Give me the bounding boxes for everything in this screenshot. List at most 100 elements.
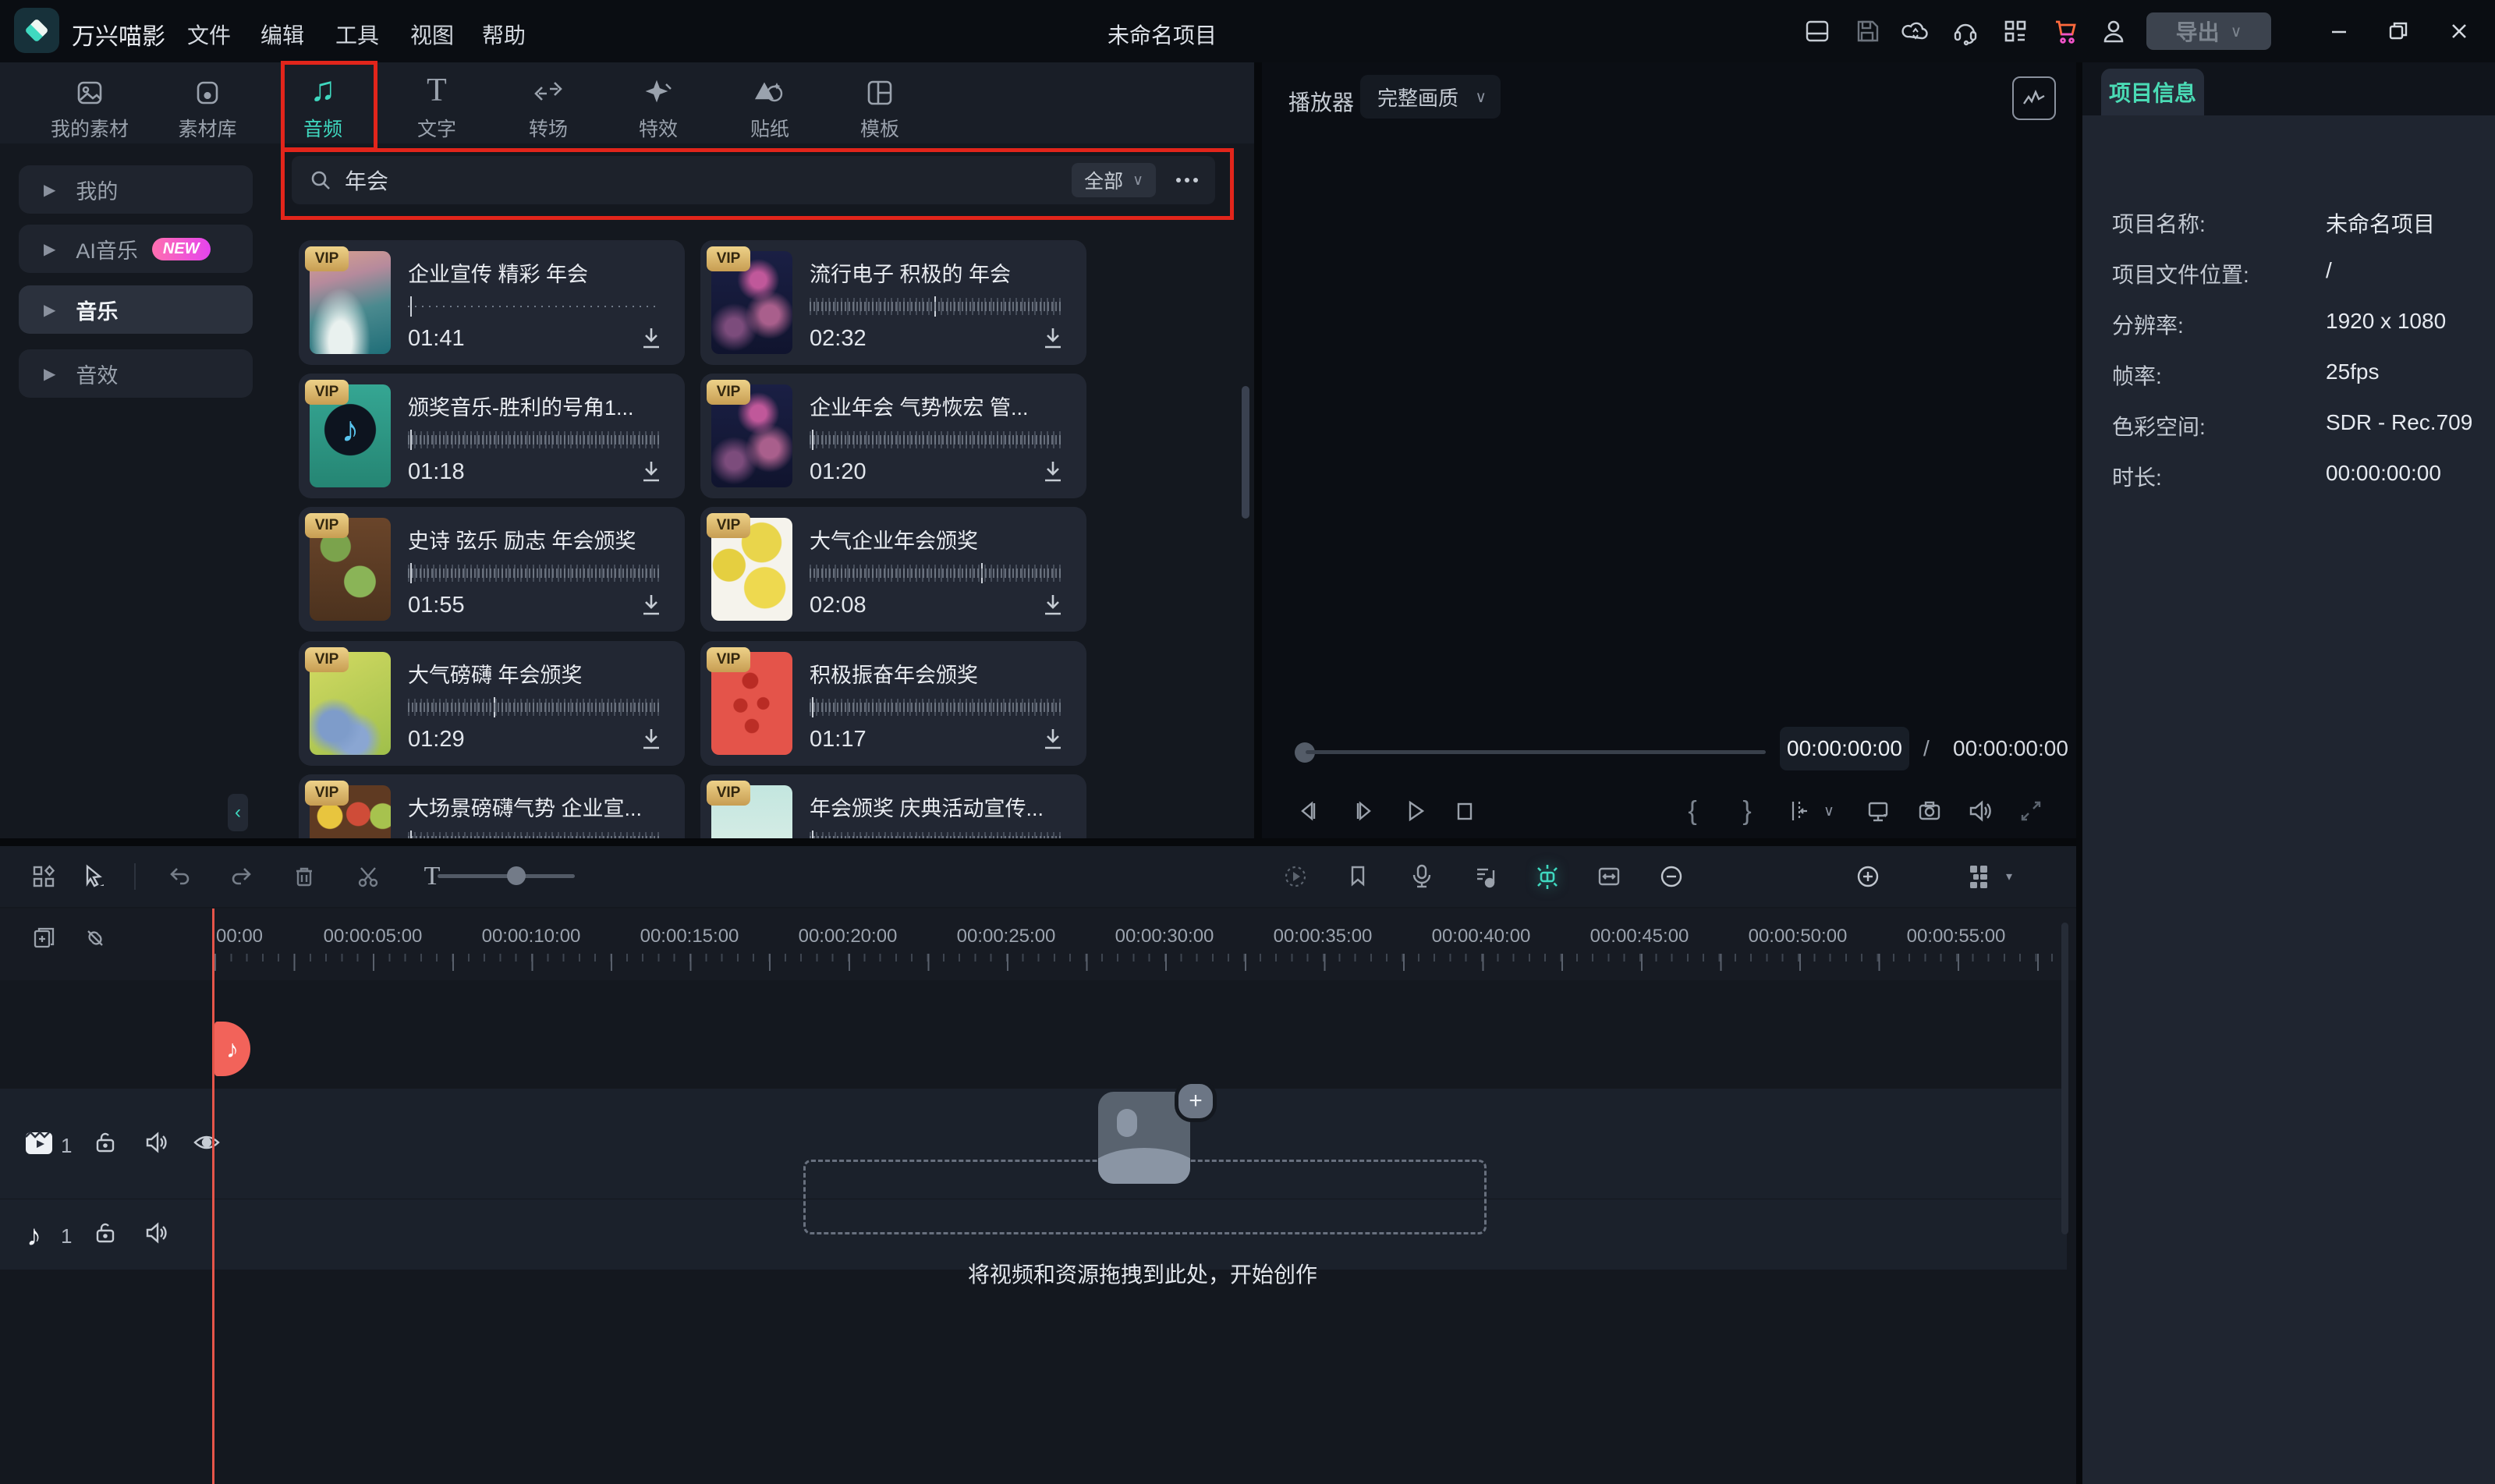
account-icon[interactable] <box>2096 14 2131 48</box>
export-button[interactable]: 导出 ∨ <box>2146 12 2271 50</box>
playhead-audio-grip[interactable]: ♪ <box>214 1022 250 1076</box>
download-icon[interactable] <box>1038 724 1068 753</box>
tab-stickers[interactable]: 贴纸 <box>719 72 820 140</box>
add-clip-to-track-icon[interactable] <box>26 919 63 957</box>
search-input[interactable]: 年会 <box>345 165 1072 196</box>
music-card[interactable]: VIP 大气磅礴 年会颁奖 01:29 <box>299 641 685 766</box>
lock-track-icon[interactable] <box>92 1220 119 1246</box>
download-icon[interactable] <box>1038 323 1068 352</box>
chevron-down-icon[interactable]: ∨ <box>1817 792 1841 830</box>
snap-toggle-icon[interactable] <box>1529 858 1566 895</box>
unlink-icon[interactable] <box>76 919 114 957</box>
undo-icon[interactable] <box>161 858 198 895</box>
cart-icon[interactable] <box>2048 14 2082 48</box>
zoom-out-icon[interactable] <box>1653 858 1690 895</box>
music-card[interactable]: VIP 大场景磅礴气势 企业宣... <box>299 774 685 838</box>
music-card[interactable]: VIP 大气企业年会颁奖 02:08 <box>700 507 1086 632</box>
timeline-scrollbar[interactable] <box>2061 923 2068 1234</box>
record-voiceover-icon[interactable] <box>1403 858 1441 895</box>
sidebar-item-sound-effects[interactable]: ▶ 音效 <box>19 349 253 398</box>
sidebar-item-ai-music[interactable]: ▶ AI音乐 NEW <box>19 225 253 273</box>
download-icon[interactable] <box>636 456 666 486</box>
track-manager-chevron-icon[interactable]: ▾ <box>1998 858 2020 895</box>
keyframe-grid-icon[interactable] <box>25 858 62 895</box>
download-icon[interactable] <box>636 590 666 619</box>
download-icon[interactable] <box>1038 590 1068 619</box>
quality-dropdown[interactable]: 完整画质 ∨ <box>1360 75 1501 119</box>
menu-file[interactable]: 文件 <box>187 19 231 50</box>
next-frame-button[interactable] <box>1345 792 1382 830</box>
split-scissors-icon[interactable] <box>349 858 387 895</box>
tab-text[interactable]: T 文字 <box>386 72 487 140</box>
music-card[interactable]: VIP 年会颁奖 庆典活动宣传... <box>700 774 1086 838</box>
menu-help[interactable]: 帮助 <box>482 19 526 50</box>
menu-tools[interactable]: 工具 <box>335 19 379 50</box>
stop-button[interactable] <box>1446 792 1483 830</box>
layout-panel-icon[interactable] <box>1800 14 1834 48</box>
support-headset-icon[interactable] <box>1948 14 1983 48</box>
music-card[interactable]: ♪ VIP 颁奖音乐-胜利的号角1... 01:18 <box>299 374 685 498</box>
music-card[interactable]: VIP 史诗 弦乐 励志 年会颁奖 01:55 <box>299 507 685 632</box>
previous-frame-button[interactable] <box>1290 792 1327 830</box>
add-media-plus-icon[interactable]: + <box>1175 1080 1217 1122</box>
tab-stock-media[interactable]: 素材库 <box>157 72 258 140</box>
tab-templates[interactable]: 模板 <box>829 72 930 140</box>
apps-grid-icon[interactable] <box>1998 14 2033 48</box>
cloud-sync-icon[interactable] <box>1898 14 1933 48</box>
music-card[interactable]: VIP 流行电子 积极的 年会 02:32 <box>700 240 1086 365</box>
filter-dropdown[interactable]: 全部 ∨ <box>1072 163 1156 197</box>
fullscreen-button[interactable] <box>2012 792 2050 830</box>
tab-transitions[interactable]: 转场 <box>498 72 599 140</box>
marker-icon[interactable] <box>1339 858 1377 895</box>
export-chevron-icon[interactable]: ∨ <box>2231 22 2242 41</box>
current-timecode[interactable]: 00:00:00:00 <box>1780 727 1909 770</box>
split-preview-icon[interactable] <box>1780 792 1817 830</box>
collapse-sidebar-button[interactable]: ‹ <box>228 794 248 831</box>
restore-button[interactable] <box>2380 14 2416 48</box>
mute-track-icon[interactable] <box>142 1220 170 1246</box>
select-tool-icon[interactable] <box>75 858 112 895</box>
timeline-zoom-slider[interactable] <box>438 874 575 878</box>
delete-icon[interactable] <box>285 858 323 895</box>
mute-track-icon[interactable] <box>142 1129 170 1156</box>
redo-icon[interactable] <box>223 858 260 895</box>
download-icon[interactable] <box>636 323 666 352</box>
timeline-zoom-handle[interactable] <box>507 866 526 885</box>
close-button[interactable] <box>2441 14 2477 48</box>
music-card[interactable]: VIP 积极振奋年会颁奖 01:17 <box>700 641 1086 766</box>
sidebar-item-mine[interactable]: ▶ 我的 <box>19 165 253 214</box>
snapshot-camera-button[interactable] <box>1911 792 1948 830</box>
save-icon[interactable] <box>1850 14 1884 48</box>
search-bar[interactable]: 年会 全部 ∨ <box>292 156 1215 204</box>
render-preview-icon[interactable] <box>1277 858 1314 895</box>
auto-ripple-icon[interactable] <box>1590 858 1628 895</box>
audio-mixer-icon[interactable] <box>1466 858 1504 895</box>
tab-project-info[interactable]: 项目信息 <box>2101 69 2204 115</box>
timeline-ruler[interactable]: 00:00 00:00:05:00 00:00:10:00 00:00:15:0… <box>0 908 2076 980</box>
play-button[interactable] <box>1396 792 1434 830</box>
music-card[interactable]: VIP 企业宣传 精彩 年会 01:41 <box>299 240 685 365</box>
tab-my-media[interactable]: 我的素材 <box>39 72 140 140</box>
sidebar-item-music[interactable]: ▶ 音乐 <box>19 285 253 334</box>
display-device-button[interactable] <box>1859 792 1897 830</box>
tab-audio[interactable]: ♫ 音频 <box>272 72 374 140</box>
playhead-line[interactable] <box>212 908 214 1484</box>
lock-track-icon[interactable] <box>92 1129 119 1156</box>
media-scrollbar[interactable] <box>1242 386 1249 519</box>
track-manager-icon[interactable] <box>1961 858 1998 895</box>
more-options-button[interactable] <box>1167 178 1207 182</box>
volume-button[interactable] <box>1961 792 1998 830</box>
menu-edit[interactable]: 编辑 <box>260 19 304 50</box>
mark-out-button[interactable]: } <box>1728 792 1766 830</box>
video-scopes-icon[interactable] <box>2012 76 2056 120</box>
music-card[interactable]: VIP 企业年会 气势恢宏 管... 01:20 <box>700 374 1086 498</box>
mark-in-button[interactable]: { <box>1674 792 1711 830</box>
app-logo-icon[interactable] <box>14 8 59 53</box>
player-seek-track[interactable] <box>1306 750 1766 754</box>
download-icon[interactable] <box>1038 456 1068 486</box>
zoom-in-icon[interactable] <box>1849 858 1887 895</box>
download-icon[interactable] <box>636 724 666 753</box>
tab-effects[interactable]: 特效 <box>608 72 709 140</box>
menu-view[interactable]: 视图 <box>410 19 454 50</box>
minimize-button[interactable] <box>2321 14 2357 48</box>
